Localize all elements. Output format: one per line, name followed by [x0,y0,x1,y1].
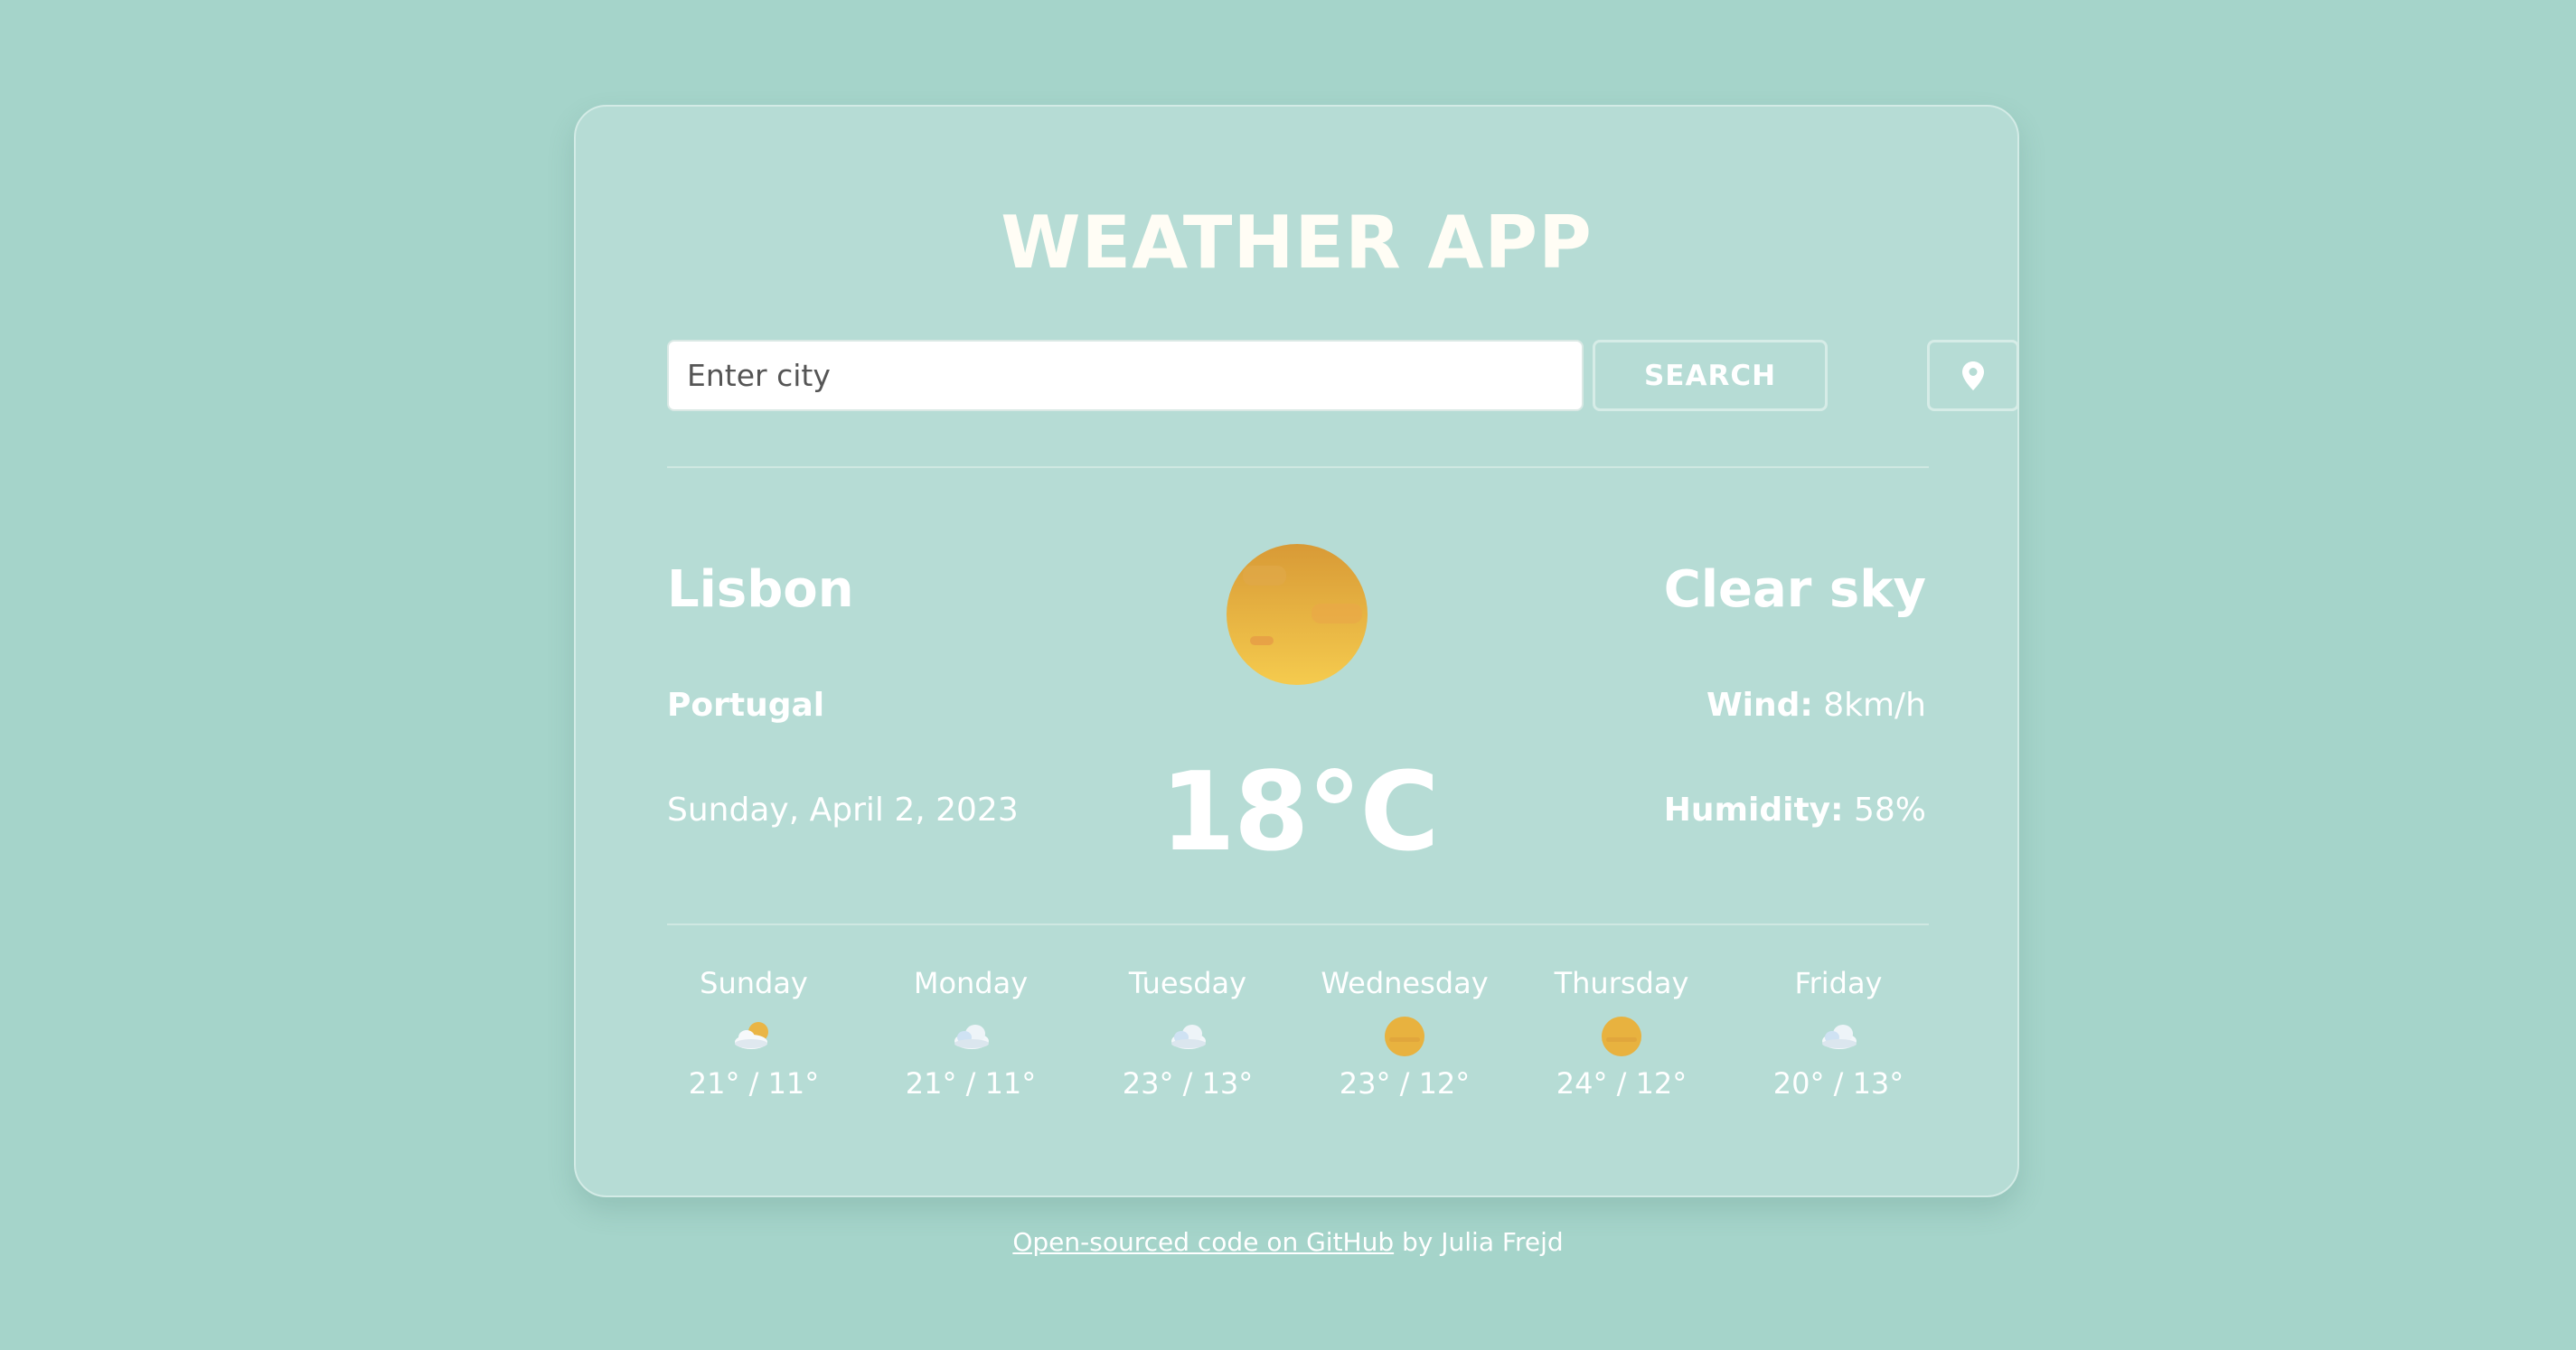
current-date: Sunday, April 2, 2023 [667,792,1019,829]
sun-icon [1385,1017,1424,1056]
city-search-input[interactable] [667,340,1584,411]
humidity-value: 58% [1853,792,1926,829]
forecast-day-name: Friday [1794,966,1883,1000]
forecast-day-name: Monday [913,966,1029,1000]
cloud-icon [954,1025,989,1049]
sun-icon [1227,544,1368,685]
humidity-info: Humidity: 58% [1664,792,1926,829]
wind-info: Wind: 8km/h [1706,687,1926,724]
github-link[interactable]: Open-sourced code on GitHub [1012,1227,1394,1257]
forecast-day: Thursday 24° / 12° [1531,958,1712,1101]
forecast-list: Sunday 21° / 11° Monday 21° / 11° Tuesda… [667,958,1929,1139]
cloud-icon [1171,1025,1206,1049]
forecast-day-name: Wednesday [1321,966,1489,1000]
wind-label: Wind: [1706,687,1813,724]
app-title: WEATHER APP [1001,201,1593,285]
wind-value: 8km/h [1823,687,1926,724]
forecast-day-name: Sunday [700,966,808,1000]
search-form: SEARCH [667,340,2019,411]
sun-icon [1602,1017,1641,1056]
cloud-icon [1822,1025,1857,1049]
forecast-temps: 21° / 11° [688,1066,820,1101]
current-location-button[interactable] [1927,340,2019,411]
weather-description: Clear sky [1663,560,1926,619]
current-temperature: 18°C [1160,750,1439,876]
divider [667,923,1929,925]
forecast-day: Monday 21° / 11° [880,958,1061,1101]
map-pin-icon [1962,361,1984,390]
forecast-day: Tuesday 23° / 13° [1097,958,1278,1101]
forecast-temps: 23° / 13° [1122,1066,1254,1101]
forecast-day: Sunday 21° / 11° [663,958,844,1101]
city-name: Lisbon [667,560,854,619]
forecast-day: Friday 20° / 13° [1748,958,1929,1101]
footer-credit: by Julia Frejd [1394,1227,1564,1257]
footer: Open-sourced code on GitHub by Julia Fre… [0,1227,2576,1257]
search-button[interactable]: SEARCH [1593,340,1828,411]
divider [667,466,1929,468]
forecast-day-name: Thursday [1554,966,1689,1000]
forecast-temps: 21° / 11° [905,1066,1037,1101]
forecast-temps: 23° / 12° [1339,1066,1471,1101]
forecast-temps: 24° / 12° [1556,1066,1688,1101]
partly-cloudy-icon [735,1022,768,1049]
country-name: Portugal [667,687,825,724]
forecast-temps: 20° / 13° [1772,1066,1904,1101]
weather-card: WEATHER APP SEARCH Lisbon Portugal Sunda… [574,105,2019,1197]
forecast-day-name: Tuesday [1128,966,1247,1000]
humidity-label: Humidity: [1663,792,1844,829]
forecast-day: Wednesday 23° / 12° [1314,958,1495,1101]
